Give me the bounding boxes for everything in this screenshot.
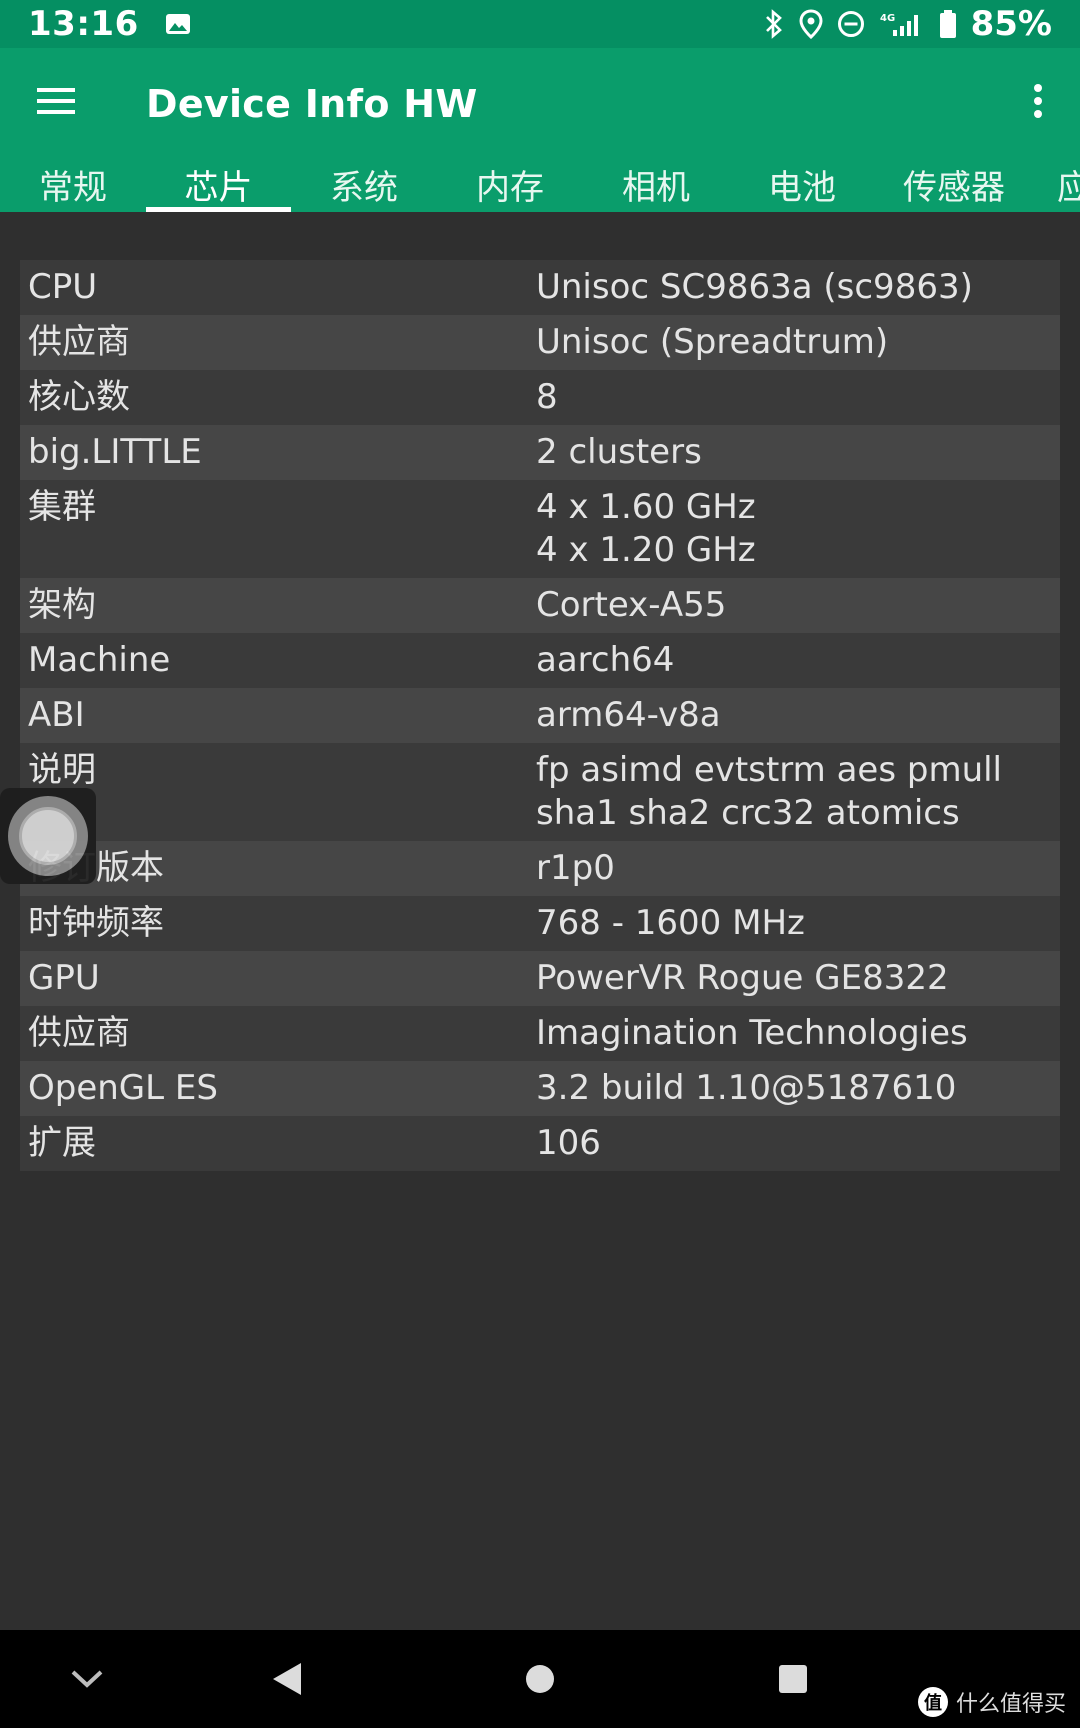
list-item: 说明 fp asimd evtstrm aes pmull sha1 sha2 … xyxy=(20,743,1060,841)
row-value-line: 4 x 1.20 GHz xyxy=(536,530,756,570)
location-icon xyxy=(799,9,823,39)
list-item: 供应商 Unisoc (Spreadtrum) xyxy=(20,315,1060,370)
recents-button[interactable] xyxy=(768,1656,818,1706)
row-label: 核心数 xyxy=(28,377,130,417)
row-value-line: sha1 sha2 crc32 atomics xyxy=(536,793,960,833)
row-value: 106 xyxy=(536,1123,601,1163)
tab-bar: 常规 芯片 系统 内存 相机 电池 传感器 应 xyxy=(0,160,1080,212)
home-icon xyxy=(524,1663,556,1699)
chip-info-list: CPU Unisoc SC9863a (sc9863) 供应商 Unisoc (… xyxy=(20,260,1060,1171)
row-label: 修订版本 xyxy=(28,848,164,888)
tab-general[interactable]: 常规 xyxy=(0,160,146,212)
active-tab-indicator xyxy=(146,207,291,212)
back-button[interactable] xyxy=(262,1656,312,1706)
navigation-bar: 值 什么值得买 xyxy=(0,1630,1080,1728)
row-value: Unisoc SC9863a (sc9863) xyxy=(536,267,973,307)
recents-icon xyxy=(778,1664,808,1698)
row-value: 3.2 build 1.10@5187610 xyxy=(536,1068,957,1108)
home-button[interactable] xyxy=(515,1656,565,1706)
list-item: big.LITTLE 2 clusters xyxy=(20,425,1060,480)
tab-camera[interactable]: 相机 xyxy=(583,160,729,212)
tab-apps[interactable]: 应 xyxy=(1057,160,1080,212)
more-vert-icon xyxy=(1032,83,1044,123)
tab-chip[interactable]: 芯片 xyxy=(146,160,291,212)
list-item: 修订版本 r1p0 xyxy=(20,841,1060,896)
row-value: Unisoc (Spreadtrum) xyxy=(536,322,889,362)
row-value-line: fp asimd evtstrm aes pmull xyxy=(536,750,1003,790)
row-value: 8 xyxy=(536,377,558,417)
list-item: 核心数 8 xyxy=(20,370,1060,425)
tab-battery[interactable]: 电池 xyxy=(729,160,875,212)
row-value: aarch64 xyxy=(536,640,675,680)
row-label: big.LITTLE xyxy=(28,432,202,472)
list-item: OpenGL ES 3.2 build 1.10@5187610 xyxy=(20,1061,1060,1116)
status-bar: 13:16 4G 85% xyxy=(0,0,1080,48)
watermark-text: 什么值得买 xyxy=(955,1692,1066,1717)
row-label: 时钟频率 xyxy=(28,903,164,943)
app-bar: Device Info HW 常规 芯片 系统 内存 相机 电池 传感器 应 xyxy=(0,48,1080,212)
row-label: 集群 xyxy=(28,487,96,527)
row-label: 供应商 xyxy=(28,322,130,362)
row-label: 说明 xyxy=(28,750,96,790)
signal-4g-icon: 4G xyxy=(879,10,925,38)
row-label: 架构 xyxy=(28,585,96,625)
assistive-touch-icon xyxy=(8,796,88,876)
watermark: 值 什么值得买 xyxy=(917,1686,1066,1718)
list-item: Machine aarch64 xyxy=(20,633,1060,688)
row-label: GPU xyxy=(28,958,100,998)
list-item: 供应商 Imagination Technologies xyxy=(20,1006,1060,1061)
row-value: PowerVR Rogue GE8322 xyxy=(536,958,949,998)
row-value: arm64-v8a xyxy=(536,695,721,735)
menu-icon xyxy=(37,86,77,120)
row-value-line: 4 x 1.60 GHz xyxy=(536,487,756,527)
more-options-button[interactable] xyxy=(1016,78,1060,128)
back-icon xyxy=(271,1661,303,1701)
status-time: 13:16 xyxy=(28,4,139,44)
row-value: r1p0 xyxy=(536,848,615,888)
list-item: GPU PowerVR Rogue GE8322 xyxy=(20,951,1060,1006)
watermark-badge: 值 xyxy=(917,1687,948,1717)
collapse-down-icon xyxy=(70,1668,104,1694)
row-value: Cortex-A55 xyxy=(536,585,727,625)
row-label: 扩展 xyxy=(28,1123,96,1163)
bluetooth-icon xyxy=(763,9,785,39)
app-title: Device Info HW xyxy=(146,82,478,126)
list-item: ABI arm64-v8a xyxy=(20,688,1060,743)
row-value: fp asimd evtstrm aes pmull sha1 sha2 crc… xyxy=(536,743,1060,841)
list-item: 集群 4 x 1.60 GHz 4 x 1.20 GHz xyxy=(20,480,1060,578)
collapse-nav-button[interactable] xyxy=(62,1656,112,1706)
row-value: 2 clusters xyxy=(536,432,702,472)
assistive-touch-button[interactable] xyxy=(0,788,96,884)
list-item: CPU Unisoc SC9863a (sc9863) xyxy=(20,260,1060,315)
row-label: OpenGL ES xyxy=(28,1068,218,1108)
row-label: Machine xyxy=(28,640,171,680)
row-label: CPU xyxy=(28,267,98,307)
row-label: 供应商 xyxy=(28,1013,130,1053)
row-value: 768 - 1600 MHz xyxy=(536,903,805,943)
tab-memory[interactable]: 内存 xyxy=(437,160,583,212)
tab-system[interactable]: 系统 xyxy=(291,160,437,212)
svg-text:4G: 4G xyxy=(880,13,895,24)
list-item: 扩展 106 xyxy=(20,1116,1060,1171)
dnd-icon xyxy=(837,10,865,38)
row-value: Imagination Technologies xyxy=(536,1013,968,1053)
row-value: 4 x 1.60 GHz 4 x 1.20 GHz xyxy=(536,480,1060,578)
battery-percentage: 85% xyxy=(970,4,1052,44)
tab-sensors[interactable]: 传感器 xyxy=(875,160,1033,212)
battery-icon xyxy=(939,9,957,39)
row-label: ABI xyxy=(28,695,85,735)
list-item: 架构 Cortex-A55 xyxy=(20,578,1060,633)
menu-button[interactable] xyxy=(32,78,82,128)
image-icon xyxy=(165,12,191,36)
list-item: 时钟频率 768 - 1600 MHz xyxy=(20,896,1060,951)
